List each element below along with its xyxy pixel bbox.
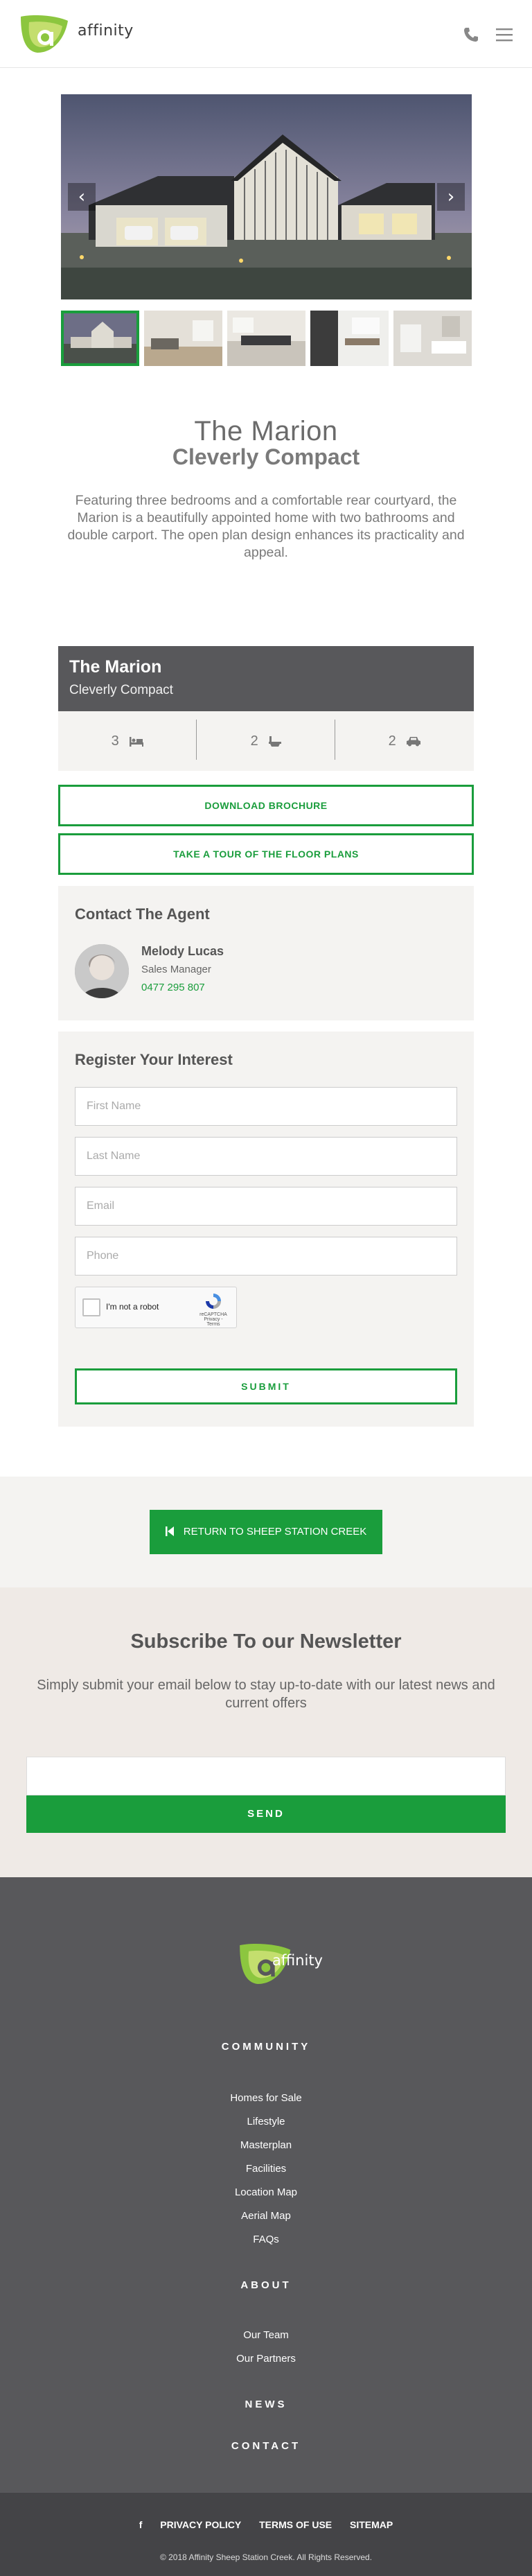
footer-logo[interactable]: affinity xyxy=(206,1940,330,1988)
newsletter-title: Subscribe To our Newsletter xyxy=(130,1630,402,1653)
facebook-icon[interactable]: f xyxy=(139,2519,143,2530)
thumbnail-dining[interactable] xyxy=(310,311,389,366)
footer-bottom-bar: f PRIVACY POLICY TERMS OF USE SITEMAP © … xyxy=(0,2493,532,2576)
slider-next-button[interactable]: › xyxy=(437,183,465,211)
footer-link-masterplan[interactable]: Masterplan xyxy=(0,2139,532,2151)
newsletter-send-button[interactable]: SEND xyxy=(26,1795,506,1833)
spec-cars: 2 xyxy=(335,728,474,754)
footer-logo-text: affinity xyxy=(272,1952,323,1969)
agent-name: Melody Lucas xyxy=(141,944,224,958)
logo-text: affinity xyxy=(78,22,134,40)
home-collection: Cleverly Compact xyxy=(172,444,360,469)
return-button-label: RETURN TO SHEEP STATION CREEK xyxy=(183,1526,367,1538)
footer-heading-contact[interactable]: CONTACT xyxy=(0,2440,532,2452)
home-title-block: The Marion Cleverly Compact Featuring th… xyxy=(42,416,490,562)
recaptcha-logo: reCAPTCHA Privacy - Terms xyxy=(197,1291,229,1327)
download-brochure-button[interactable]: DOWNLOAD BROCHURE xyxy=(58,785,474,826)
footer-link-location-map[interactable]: Location Map xyxy=(0,2186,532,2198)
bed-icon xyxy=(130,736,144,747)
newsletter-section: Subscribe To our Newsletter Simply submi… xyxy=(0,1587,532,1877)
home-specs: 3 2 2 xyxy=(58,711,474,771)
footer-link-faqs[interactable]: FAQs xyxy=(0,2234,532,2245)
recaptcha-widget: I'm not a robot reCAPTCHA Privacy - Term… xyxy=(75,1287,237,1328)
recaptcha-checkbox[interactable] xyxy=(82,1298,100,1316)
spec-bathrooms: 2 xyxy=(197,728,335,754)
home-name: The Marion xyxy=(194,416,338,446)
recaptcha-terms[interactable]: Privacy - Terms xyxy=(197,1317,229,1327)
contact-agent-title: Contact The Agent xyxy=(75,905,210,923)
footer-bottom-links: f PRIVACY POLICY TERMS OF USE SITEMAP xyxy=(0,2519,532,2530)
agent-avatar xyxy=(75,944,129,998)
footer-heading-news[interactable]: NEWS xyxy=(0,2399,532,2410)
submit-button[interactable]: SUBMIT xyxy=(75,1368,457,1404)
phone-field[interactable] xyxy=(75,1237,457,1276)
house-exterior-image xyxy=(61,94,472,299)
contact-agent-panel: Contact The Agent Melody Lucas Sales Man… xyxy=(58,886,474,1020)
first-name-field[interactable] xyxy=(75,1087,457,1126)
skip-back-icon xyxy=(165,1510,174,1554)
footer-link-our-partners[interactable]: Our Partners xyxy=(0,2353,532,2365)
footer-link-lifestyle[interactable]: Lifestyle xyxy=(0,2116,532,2127)
home-description: Featuring three bedrooms and a comfortab… xyxy=(67,493,465,560)
affinity-logo[interactable]: affinity xyxy=(19,12,133,55)
recaptcha-brand: reCAPTCHA xyxy=(200,1312,227,1317)
floor-plan-tour-button[interactable]: TAKE A TOUR OF THE FLOOR PLANS xyxy=(58,833,474,875)
sitemap-link[interactable]: SITEMAP xyxy=(350,2519,393,2530)
hamburger-menu-icon[interactable] xyxy=(496,28,513,42)
thumbnail-bathroom[interactable] xyxy=(393,311,472,366)
site-header: affinity xyxy=(0,0,532,68)
site-footer: affinity COMMUNITY Homes for Sale Lifest… xyxy=(0,1877,532,2493)
phone-icon[interactable] xyxy=(463,26,479,43)
footer-link-homes[interactable]: Homes for Sale xyxy=(0,2092,532,2104)
footer-heading-about[interactable]: ABOUT xyxy=(0,2279,532,2291)
home-card-header: The Marion Cleverly Compact xyxy=(58,646,474,711)
logo-leaf-icon xyxy=(21,15,68,53)
newsletter-description: Simply submit your email below to stay u… xyxy=(37,1678,495,1711)
slider-prev-button[interactable]: ‹ xyxy=(68,183,96,211)
recaptcha-label: I'm not a robot xyxy=(106,1302,159,1312)
spec-bedrooms: 3 xyxy=(58,728,197,754)
register-interest-form: Register Your Interest I'm not a robot r… xyxy=(58,1032,474,1427)
car-icon xyxy=(407,737,421,747)
hero-slider[interactable]: ‹ › xyxy=(61,94,472,299)
thumbnail-kitchen[interactable] xyxy=(227,311,305,366)
email-field[interactable] xyxy=(75,1187,457,1226)
bathrooms-count: 2 xyxy=(250,733,258,749)
bath-icon xyxy=(269,736,282,747)
footer-link-aerial-map[interactable]: Aerial Map xyxy=(0,2210,532,2222)
bedrooms-count: 3 xyxy=(111,733,119,749)
thumbnail-living[interactable] xyxy=(144,311,222,366)
agent-phone-link[interactable]: 0477 295 807 xyxy=(141,982,205,993)
slider-thumbnails xyxy=(61,311,472,366)
footer-heading-community[interactable]: COMMUNITY xyxy=(0,2041,532,2053)
footer-link-facilities[interactable]: Facilities xyxy=(0,2163,532,2175)
privacy-policy-link[interactable]: PRIVACY POLICY xyxy=(160,2519,241,2530)
register-title: Register Your Interest xyxy=(75,1051,233,1068)
cars-count: 2 xyxy=(388,733,396,749)
return-button[interactable]: RETURN TO SHEEP STATION CREEK xyxy=(150,1510,382,1554)
recaptcha-icon xyxy=(206,1294,221,1309)
copyright-text: © 2018 Affinity Sheep Station Creek. All… xyxy=(159,2552,373,2562)
footer-link-our-team[interactable]: Our Team xyxy=(0,2329,532,2341)
agent-role: Sales Manager xyxy=(141,964,211,975)
newsletter-email-input[interactable] xyxy=(26,1757,506,1795)
last-name-field[interactable] xyxy=(75,1137,457,1176)
return-band: RETURN TO SHEEP STATION CREEK xyxy=(0,1477,532,1587)
card-home-name: The Marion xyxy=(69,657,162,677)
card-home-collection: Cleverly Compact xyxy=(69,683,173,697)
thumbnail-exterior[interactable] xyxy=(61,311,139,366)
terms-of-use-link[interactable]: TERMS OF USE xyxy=(259,2519,332,2530)
